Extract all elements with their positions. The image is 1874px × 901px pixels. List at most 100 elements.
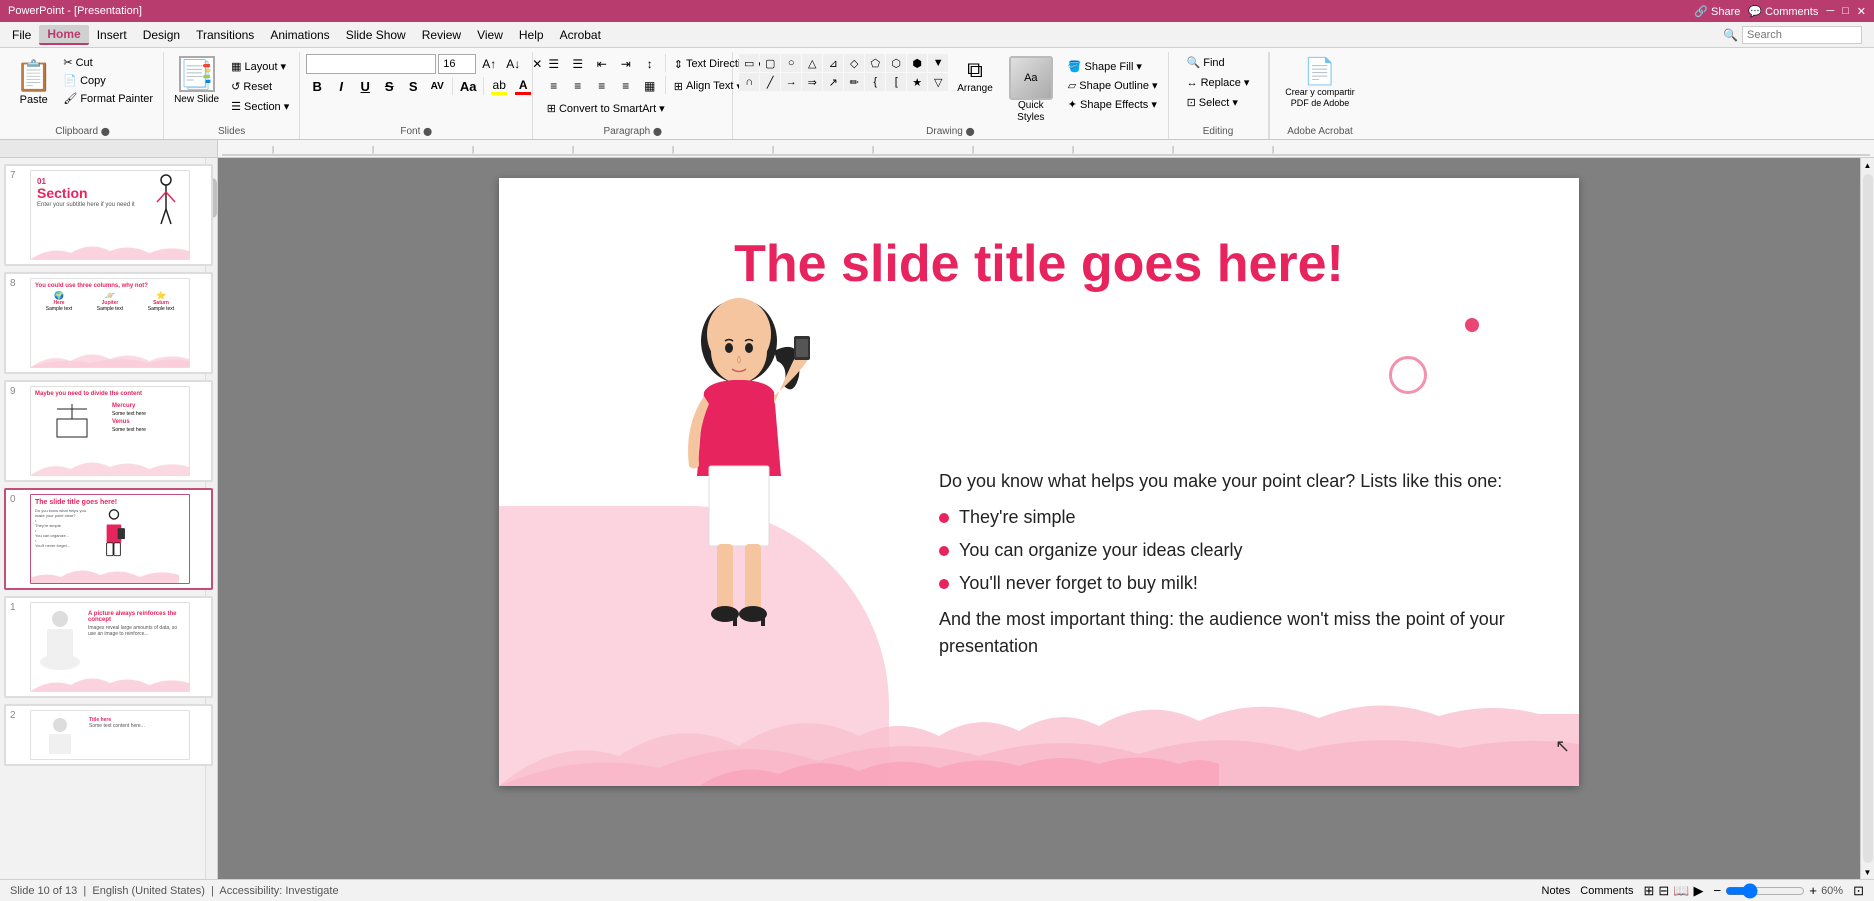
char-spacing-button[interactable]: AV <box>426 76 448 96</box>
numbering-button[interactable]: ☰ <box>567 54 589 74</box>
shape-star[interactable]: ★ <box>907 73 927 91</box>
line-spacing-button[interactable]: ↕ <box>639 54 661 74</box>
menu-design[interactable]: Design <box>135 26 188 44</box>
slide-thumb-11[interactable]: 1 A picture alw <box>4 596 213 698</box>
font-size-input[interactable] <box>438 54 476 74</box>
menu-acrobat[interactable]: Acrobat <box>552 26 609 44</box>
menu-animations[interactable]: Animations <box>262 26 337 44</box>
replace-button[interactable]: ↔ Replace▾ <box>1183 74 1254 91</box>
increase-indent-button[interactable]: ⇥ <box>615 54 637 74</box>
notes-button[interactable]: Notes <box>1542 885 1571 897</box>
maximize-button[interactable]: □ <box>1842 5 1849 18</box>
scroll-up-button[interactable]: ▲ <box>1861 158 1874 172</box>
right-scrollbar[interactable]: ▲ ▼ <box>1860 158 1874 879</box>
shape-rect[interactable]: ▭ <box>739 54 759 72</box>
menu-view[interactable]: View <box>469 26 511 44</box>
adobe-button[interactable]: 📄 Crear y compartir PDF de Adobe <box>1278 56 1363 109</box>
font-name-input[interactable] <box>306 54 436 74</box>
slide-sorter-button[interactable]: ⊟ <box>1658 883 1669 899</box>
bold-button[interactable]: B <box>306 76 328 96</box>
scroll-down-button[interactable]: ▼ <box>1861 865 1874 879</box>
menu-transitions[interactable]: Transitions <box>188 26 262 44</box>
section-button[interactable]: ☰ Section▾ <box>227 98 293 115</box>
shape-hept[interactable]: ⬢ <box>907 54 927 72</box>
quick-styles-button[interactable]: Aa Quick Styles <box>1002 54 1060 126</box>
shape-curved[interactable]: ↗ <box>823 73 843 91</box>
new-slide-button[interactable]: 📑 New Slide <box>170 54 223 107</box>
shadow-button[interactable]: S <box>402 76 424 96</box>
shape-arrow[interactable]: → <box>781 73 801 91</box>
align-center-button[interactable]: ≡ <box>567 76 589 96</box>
slide-thumb-7[interactable]: 7 01 Section Enter your subtitle here if… <box>4 164 213 266</box>
menu-home[interactable]: Home <box>39 25 88 45</box>
shape-rounded-rect[interactable]: ▢ <box>760 54 780 72</box>
slide-thumb-8[interactable]: 8 You could use three columns, why not? … <box>4 272 213 374</box>
menu-file[interactable]: File <box>4 26 39 44</box>
shape-freeform[interactable]: ✏ <box>844 73 864 91</box>
cut-button[interactable]: ✂ Cut <box>59 54 157 71</box>
bullets-button[interactable]: ☰ <box>543 54 565 74</box>
zoom-out-button[interactable]: − <box>1713 883 1721 898</box>
svg-text:|: | <box>672 145 674 154</box>
reset-button[interactable]: ↺ Reset <box>227 78 293 95</box>
align-right-button[interactable]: ≡ <box>591 76 613 96</box>
shape-rt[interactable]: ⊿ <box>823 54 843 72</box>
decrease-indent-button[interactable]: ⇤ <box>591 54 613 74</box>
shape-oval[interactable]: ○ <box>781 54 801 72</box>
underline-button[interactable]: U <box>354 76 376 96</box>
font-increase-button[interactable]: A↑ <box>478 54 500 74</box>
shape-brace[interactable]: { <box>865 73 885 91</box>
slide-thumb-10[interactable]: 0 The slide title goes here! Do you know… <box>4 488 213 590</box>
shape-hex[interactable]: ⬡ <box>886 54 906 72</box>
font-color-button[interactable]: A <box>512 78 534 95</box>
shape-fill-button[interactable]: 🪣 Shape Fill▾ <box>1064 58 1162 75</box>
search-input[interactable] <box>1742 26 1862 44</box>
shape-bracket[interactable]: [ <box>886 73 906 91</box>
close-button[interactable]: ✕ <box>1857 5 1866 18</box>
zoom-in-button[interactable]: + <box>1809 883 1817 898</box>
slideshow-button[interactable]: ▶ <box>1693 883 1703 899</box>
menu-insert[interactable]: Insert <box>89 26 135 44</box>
shape-effects-button[interactable]: ✦ Shape Effects▾ <box>1064 96 1162 113</box>
comments-button[interactable]: 💬 Comments <box>1748 5 1818 18</box>
font-size-btn[interactable]: Aa <box>457 76 479 96</box>
shape-outline-button[interactable]: ▱ Shape Outline▾ <box>1064 77 1162 94</box>
shape-arc[interactable]: ∩ <box>739 73 759 91</box>
highlight-color-button[interactable]: ab <box>488 78 510 95</box>
slide-canvas[interactable]: The slide title goes here! <box>499 178 1579 786</box>
scroll-thumb[interactable] <box>1863 174 1873 863</box>
minimize-button[interactable]: ─ <box>1826 5 1834 18</box>
shape-line[interactable]: ╱ <box>760 73 780 91</box>
arrange-button[interactable]: ⧉ Arrange <box>952 54 998 97</box>
shape-down[interactable]: ▽ <box>928 73 948 91</box>
slide-thumb-9[interactable]: 9 Maybe you need to divide the content <box>4 380 213 482</box>
reading-view-button[interactable]: 📖 <box>1673 883 1689 899</box>
format-painter-button[interactable]: 🖌 Format Painter <box>59 90 157 107</box>
italic-button[interactable]: I <box>330 76 352 96</box>
convert-smartart-button[interactable]: ⊞ Convert to SmartArt▾ <box>543 100 669 117</box>
slide-thumb-12[interactable]: 2 Title here Some <box>4 704 213 766</box>
layout-button[interactable]: ▦ Layout▾ <box>227 58 293 75</box>
shape-more[interactable]: ▼ <box>928 54 948 72</box>
menu-help[interactable]: Help <box>511 26 552 44</box>
align-left-button[interactable]: ≡ <box>543 76 565 96</box>
columns-button[interactable]: ▦ <box>639 76 661 96</box>
shape-dblarrow[interactable]: ⇒ <box>802 73 822 91</box>
copy-button[interactable]: 📄 Copy <box>59 72 157 89</box>
select-button[interactable]: ⊡ Select▾ <box>1183 94 1242 111</box>
comments-status-button[interactable]: Comments <box>1580 885 1633 897</box>
normal-view-button[interactable]: ⊞ <box>1643 883 1654 899</box>
find-button[interactable]: 🔍 Find <box>1183 54 1229 71</box>
fit-slide-button[interactable]: ⊡ <box>1853 883 1864 899</box>
shape-diamond[interactable]: ◇ <box>844 54 864 72</box>
menu-slideshow[interactable]: Slide Show <box>338 26 414 44</box>
zoom-slider[interactable] <box>1725 883 1805 899</box>
strikethrough-button[interactable]: S <box>378 76 400 96</box>
share-button[interactable]: 🔗 Share <box>1694 5 1740 18</box>
justify-button[interactable]: ≡ <box>615 76 637 96</box>
menu-review[interactable]: Review <box>414 26 469 44</box>
font-decrease-button[interactable]: A↓ <box>502 54 524 74</box>
paste-button[interactable]: 📋 Paste <box>8 54 59 111</box>
shape-triangle[interactable]: △ <box>802 54 822 72</box>
shape-pentagon[interactable]: ⬠ <box>865 54 885 72</box>
